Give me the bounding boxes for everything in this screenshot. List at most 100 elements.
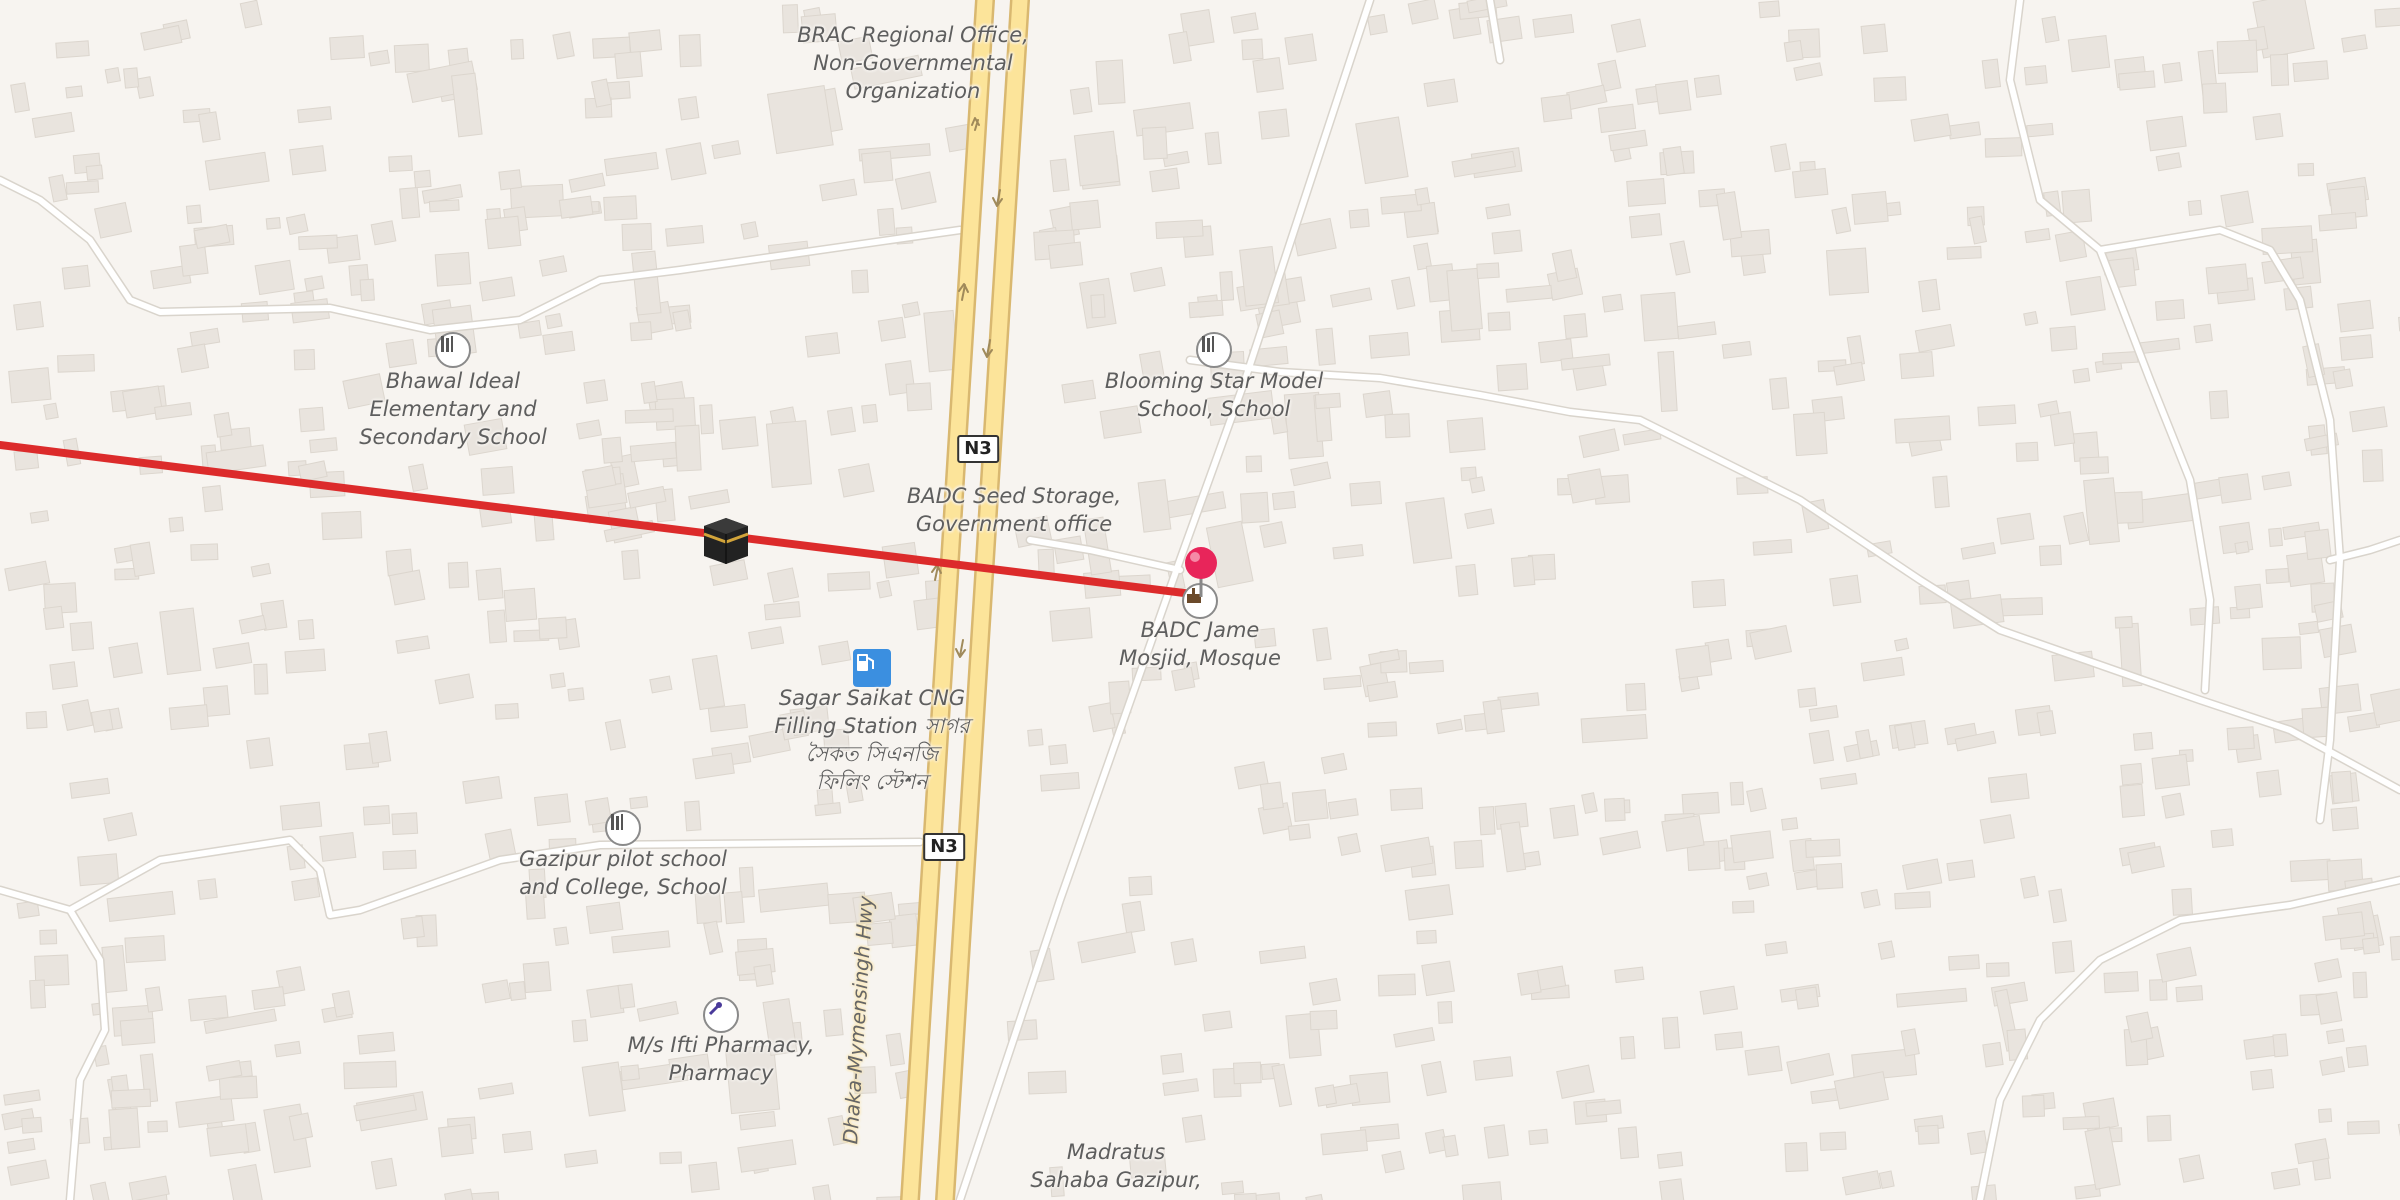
building (538, 616, 568, 640)
building (108, 642, 143, 679)
building (553, 926, 570, 947)
building (571, 1019, 589, 1043)
building (636, 1000, 679, 1022)
building (1860, 888, 1881, 909)
building (2234, 540, 2250, 555)
building (1420, 1060, 1447, 1097)
building (55, 40, 90, 59)
building (1894, 722, 1916, 751)
building (1315, 327, 1336, 366)
building (1308, 977, 1341, 1006)
poi-label-blooming[interactable]: Blooming Star Model School, School (1105, 367, 1323, 423)
poi-label-ifti[interactable]: M/s Ifti Pharmacy, Pharmacy (628, 1031, 815, 1087)
building (204, 151, 270, 191)
building (297, 619, 315, 641)
building (1873, 76, 1907, 102)
building (331, 990, 354, 1018)
building (1069, 199, 1101, 231)
poi-label-badc-jame[interactable]: BADC Jame Mosjid, Mosque (1119, 616, 1281, 672)
poi-label-madratus[interactable]: Madratus Sahaba Gazipur, (1030, 1138, 1201, 1194)
building (1204, 131, 1222, 166)
building (1894, 415, 1952, 444)
building (1661, 1016, 1681, 1050)
poi-label-brac[interactable]: BRAC Regional Office, Non-Governmental Org… (797, 21, 1029, 105)
building (69, 621, 95, 652)
building (1491, 229, 1523, 255)
building (1808, 729, 1835, 764)
map-canvas[interactable]: Dhaka-Mymensingh Hwy N3 N3 BRAC Regional… (0, 0, 2400, 1200)
fuel-station-icon[interactable] (853, 649, 891, 687)
building (2205, 263, 2249, 295)
building (1322, 674, 1362, 691)
building (901, 301, 921, 319)
building (123, 67, 140, 89)
building (1446, 417, 1486, 454)
building (1815, 863, 1844, 890)
building (1155, 219, 1204, 240)
building (124, 935, 166, 964)
building (1691, 578, 1727, 609)
building (1549, 804, 1579, 839)
building (144, 986, 164, 1013)
kaaba-icon[interactable] (698, 512, 754, 568)
building (665, 142, 707, 181)
building (370, 1157, 397, 1190)
building (1384, 413, 1411, 439)
building (1478, 806, 1496, 836)
poi-label-badc-seed[interactable]: BADC Seed Storage, Government office (907, 482, 1121, 538)
building (1601, 293, 1624, 313)
building (538, 255, 568, 277)
building (185, 204, 203, 225)
building (1556, 1064, 1595, 1099)
poi-label-gazipur-pilot[interactable]: Gazipur pilot school and College, School (519, 845, 727, 901)
building (1416, 929, 1437, 945)
building (1985, 962, 2010, 978)
building (250, 562, 272, 578)
building (475, 567, 504, 601)
building (1829, 574, 1862, 607)
building (246, 737, 274, 769)
building (253, 663, 269, 695)
building (659, 1151, 683, 1165)
building (1047, 241, 1084, 269)
building (781, 4, 799, 34)
building (1947, 121, 1982, 140)
poi-label-sagar[interactable]: Sagar Saikat CNG Filling Station সাগর সৈকত… (774, 684, 969, 796)
building (110, 1088, 152, 1109)
building (39, 929, 58, 945)
building (1160, 1052, 1185, 1075)
building (542, 330, 576, 355)
building (1640, 291, 1679, 342)
building (1831, 206, 1852, 235)
building (1487, 311, 1511, 332)
building (1797, 687, 1818, 708)
building (1693, 74, 1722, 98)
building (2079, 456, 2110, 475)
building (2063, 511, 2090, 545)
building (444, 1188, 476, 1200)
building (368, 730, 392, 764)
building (2268, 527, 2283, 547)
building (2318, 211, 2358, 232)
building (477, 1082, 515, 1100)
school-icon[interactable] (1196, 332, 1232, 368)
building (1895, 987, 1968, 1008)
building (1407, 0, 1439, 25)
building (2210, 828, 2234, 848)
school-icon[interactable] (605, 810, 641, 846)
building (877, 207, 896, 236)
building (718, 416, 759, 450)
building (1786, 1052, 1835, 1085)
school-icon[interactable] (435, 332, 471, 368)
building (2216, 39, 2259, 75)
poi-label-bhawal[interactable]: Bhawal Ideal Elementary and Secondary Scho… (359, 367, 547, 451)
building (692, 752, 735, 780)
building (544, 312, 563, 330)
building (691, 654, 726, 711)
map-pin-icon[interactable] (1183, 545, 1219, 599)
building (508, 980, 527, 1001)
building (533, 793, 571, 827)
pharmacy-icon[interactable] (703, 997, 739, 1033)
building (640, 380, 658, 404)
building (558, 195, 594, 219)
